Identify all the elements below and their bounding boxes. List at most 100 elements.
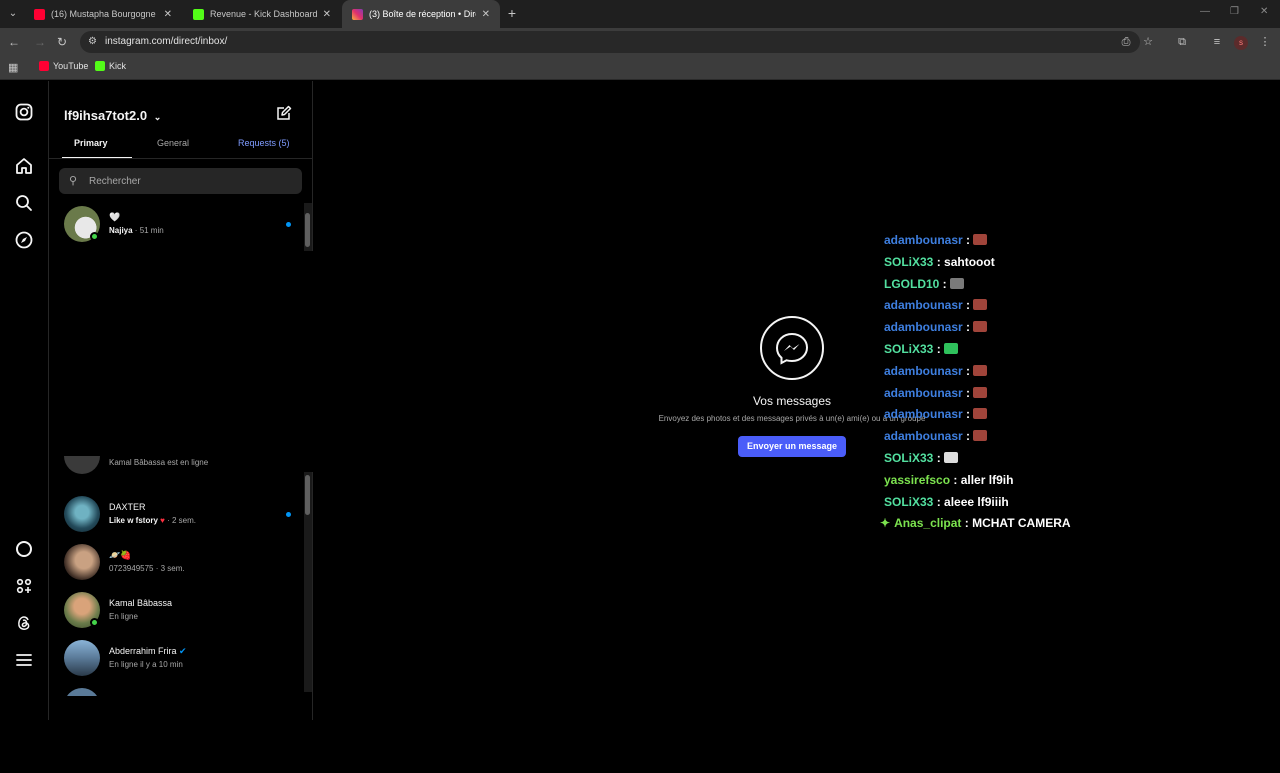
chat-username[interactable]: adambounasr	[884, 364, 963, 378]
tab-general[interactable]: General	[157, 138, 189, 148]
chat-separator: :	[962, 320, 974, 335]
list-item[interactable]	[49, 684, 305, 696]
online-status-dot	[90, 475, 99, 476]
chat-separator: :	[962, 298, 974, 313]
send-message-button[interactable]: Envoyer un message	[738, 436, 846, 457]
search-icon: ⚲	[69, 175, 78, 187]
media-control-icon[interactable]: ≡	[1209, 34, 1225, 50]
tab-search-chevron-icon[interactable]: ⌄	[4, 5, 22, 23]
chat-line: SOLiX33 :	[884, 342, 959, 360]
chat-message: aller lf9ih	[960, 472, 1014, 487]
site-info-icon[interactable]: ⚙	[88, 36, 100, 48]
window-scrollbar[interactable]	[1272, 162, 1280, 773]
chat-line: SOLiX33 :	[884, 451, 959, 469]
install-app-icon[interactable]: ⎙	[1118, 34, 1134, 50]
chat-line: yassirefsco : aller lf9ih	[884, 473, 1013, 491]
chat-username[interactable]: adambounasr	[884, 386, 963, 400]
chat-emote-icon	[973, 234, 988, 245]
chat-emote-icon	[950, 277, 965, 289]
chat-line: SOLiX33 : aleee lf9iiih	[884, 495, 1009, 513]
chat-username[interactable]: adambounasr	[884, 233, 963, 247]
chat-separator: :	[962, 407, 974, 422]
youtube-favicon-icon	[34, 8, 45, 20]
unread-dot	[286, 512, 291, 517]
chat-separator: :	[933, 451, 945, 465]
restore-window-icon[interactable]: ❐	[1230, 6, 1239, 17]
chat-emote-icon	[973, 364, 988, 376]
tab-requests[interactable]: Requests (5)	[238, 138, 290, 148]
close-tab-icon[interactable]: ✕	[164, 9, 172, 20]
list-item[interactable]: 🪐🍓 0723949575 · 3 sem.	[49, 540, 305, 586]
chat-line: adambounasr :	[884, 407, 988, 425]
chat-username[interactable]: SOLiX33	[884, 255, 933, 269]
chat-separator: :	[962, 363, 974, 378]
browser-tab-kick[interactable]: Revenue - Kick Dashboard ✕	[183, 0, 341, 28]
forward-arrow-icon[interactable]: →	[32, 34, 48, 50]
chat-separator: :	[939, 276, 951, 291]
scrollbar[interactable]	[304, 472, 312, 692]
bookmark-star-icon[interactable]: ☆	[1140, 34, 1156, 50]
youtube-icon	[39, 61, 49, 71]
more-menu-hamburger-icon[interactable]	[14, 651, 34, 671]
bookmark-youtube[interactable]: YouTube	[39, 61, 88, 71]
chat-username[interactable]: LGOLD10	[884, 277, 939, 291]
search-input[interactable]	[89, 168, 294, 194]
chat-line: adambounasr :	[884, 429, 988, 447]
list-item[interactable]: 🤍 Najiya · 51 min	[49, 202, 305, 248]
list-item[interactable]: Kamal Bâbassa est en ligne	[49, 456, 305, 476]
chat-separator: :	[933, 342, 945, 356]
activity-circle-icon[interactable]	[14, 540, 34, 560]
extensions-puzzle-icon[interactable]: ⧉	[1174, 34, 1190, 50]
reload-icon[interactable]: ↻	[54, 34, 70, 50]
close-tab-icon[interactable]: ✕	[323, 9, 331, 20]
chat-username[interactable]: SOLiX33	[884, 451, 933, 465]
chat-line: SOLiX33 : sahtooot	[884, 255, 995, 273]
chat-username[interactable]: Anas_clipat	[894, 516, 961, 530]
chat-emote-icon	[973, 386, 988, 398]
browser-menu-kebab-icon[interactable]: ⋮	[1257, 34, 1273, 50]
profile-avatar[interactable]: s	[1233, 34, 1249, 50]
chat-username[interactable]: adambounasr	[884, 298, 963, 312]
also-from-meta-icon[interactable]	[14, 577, 34, 597]
close-tab-icon[interactable]: ✕	[482, 9, 490, 20]
chat-username[interactable]: SOLiX33	[884, 342, 933, 356]
chat-line: adambounasr :	[884, 320, 988, 338]
new-message-compose-icon[interactable]	[275, 105, 293, 123]
online-status-dot	[90, 618, 99, 627]
new-tab-button[interactable]: +	[504, 5, 520, 21]
back-arrow-icon[interactable]: ←	[6, 34, 22, 50]
chat-username[interactable]: SOLiX33	[884, 495, 933, 509]
apps-grid-icon[interactable]: ▦	[8, 61, 18, 74]
chat-username[interactable]: adambounasr	[884, 320, 963, 334]
chat-emote-icon	[973, 299, 988, 311]
chat-separator: :	[962, 385, 974, 400]
search-icon[interactable]	[14, 194, 34, 214]
list-item[interactable]: DAXTER Like w fstory ♥ · 2 sem.	[49, 492, 305, 538]
chat-separator: :	[962, 233, 974, 247]
threads-icon[interactable]	[14, 614, 34, 634]
chat-line: ✦ Anas_clipat : MCHAT CAMERA	[880, 516, 1071, 534]
chat-emote-icon	[944, 452, 959, 463]
chat-username[interactable]: adambounasr	[884, 429, 963, 443]
browser-tab-instagram[interactable]: (3) Boîte de réception • Direct ✕	[342, 0, 500, 28]
minimize-window-icon[interactable]: —	[1200, 6, 1210, 17]
instagram-logo-icon[interactable]	[14, 103, 34, 123]
address-bar[interactable]: ⚙ instagram.com/direct/inbox/	[80, 31, 1140, 53]
explore-compass-icon[interactable]	[14, 231, 34, 251]
kick-favicon-icon	[193, 8, 204, 20]
chat-line: adambounasr :	[884, 385, 988, 404]
chat-username[interactable]: adambounasr	[884, 407, 963, 421]
tab-primary[interactable]: Primary	[74, 138, 108, 148]
chat-username[interactable]: yassirefsco	[884, 473, 950, 487]
browser-tab-youtube[interactable]: (16) Mustapha Bourgogne - Dis ✕	[24, 0, 182, 28]
list-item[interactable]: Kamal Bâbassa En ligne	[49, 588, 305, 634]
scrollbar[interactable]	[304, 203, 312, 251]
list-item[interactable]: Abderrahim Frira ✔ En ligne il y a 10 mi…	[49, 636, 305, 682]
account-switcher[interactable]: lf9ihsa7tot2.0 ⌄	[64, 108, 161, 123]
online-status-dot	[90, 232, 99, 241]
kick-icon	[95, 61, 105, 71]
close-window-icon[interactable]: ✕	[1260, 6, 1268, 17]
home-icon[interactable]	[14, 157, 34, 177]
instagram-favicon-icon	[352, 8, 363, 20]
bookmark-kick[interactable]: Kick	[95, 61, 126, 71]
